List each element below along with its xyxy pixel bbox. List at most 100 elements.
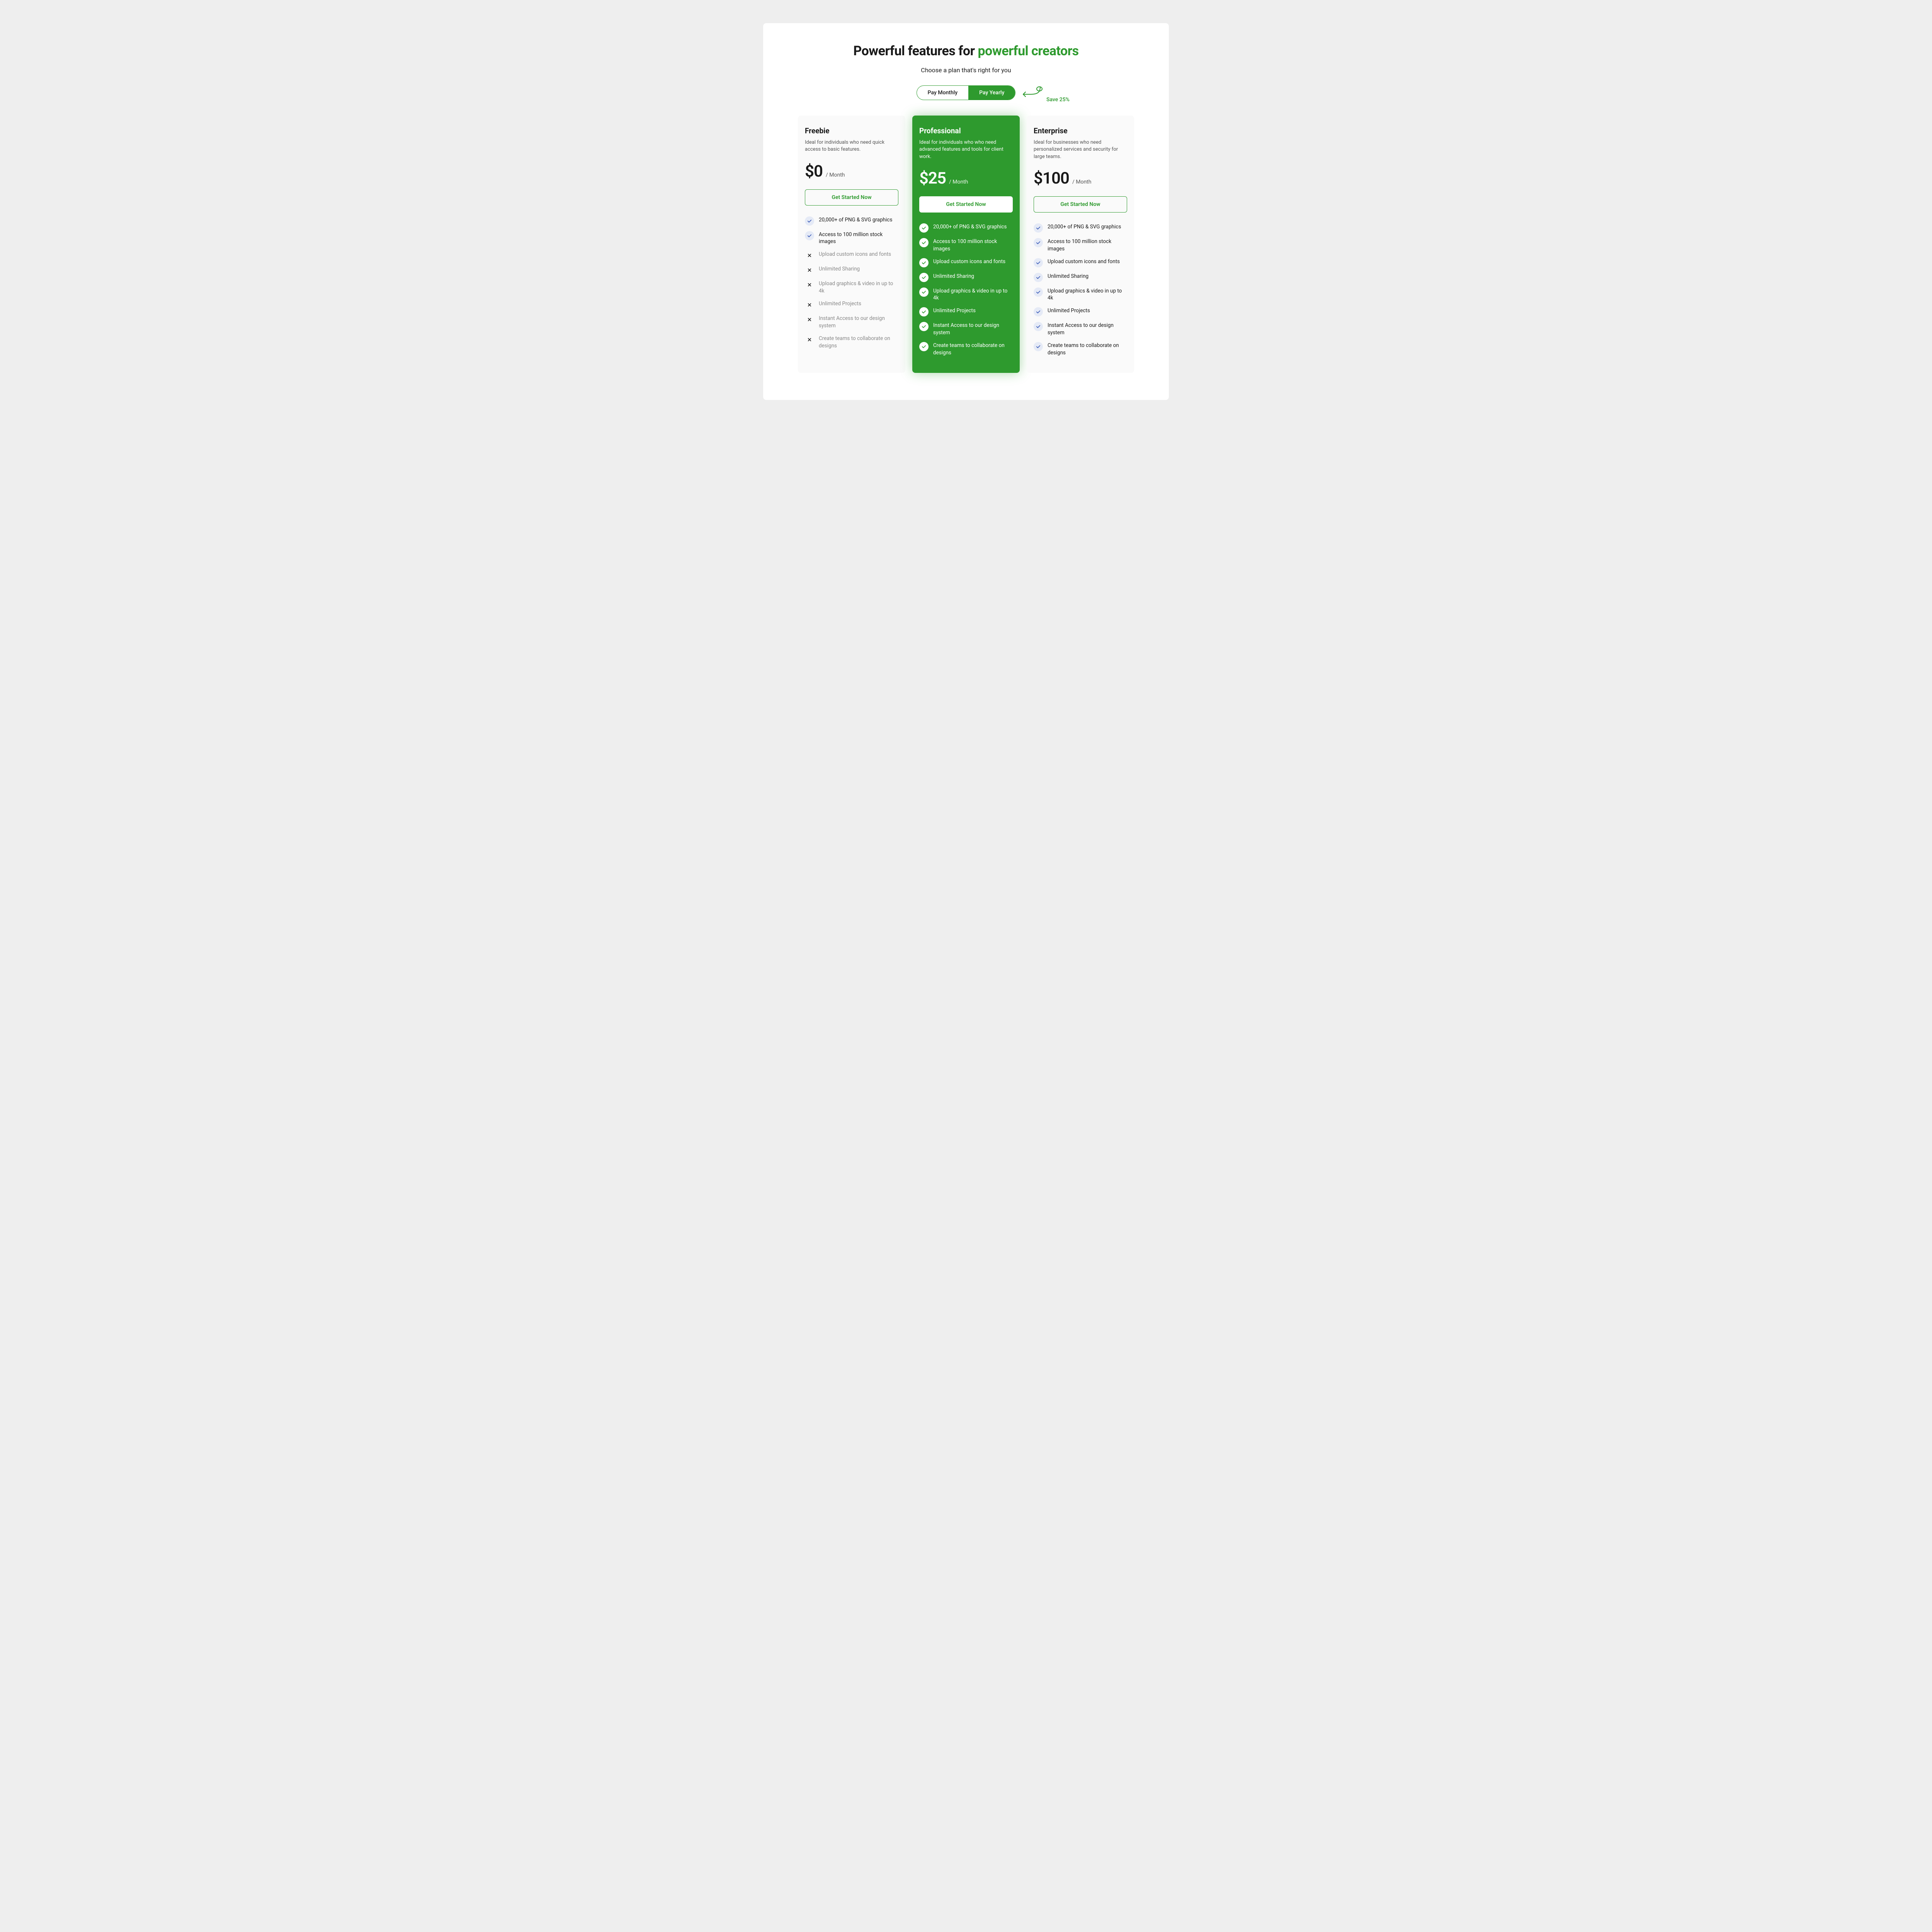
check-icon <box>1034 223 1043 233</box>
save-callout: Save 25% <box>1020 86 1070 100</box>
feature-item: Upload custom icons and fonts <box>805 251 898 260</box>
save-text: Save 25% <box>1046 97 1070 103</box>
feature-item: Unlimited Sharing <box>1034 273 1127 282</box>
feature-text: Access to 100 million stock images <box>1048 238 1127 253</box>
feature-text: Unlimited Projects <box>933 307 976 315</box>
feature-list: 20,000+ of PNG & SVG graphics Access to 1… <box>805 216 898 350</box>
billing-toggle-wrap: Pay Monthly Pay Yearly Save 25% <box>798 85 1134 100</box>
feature-item: 20,000+ of PNG & SVG graphics <box>919 223 1013 233</box>
check-icon <box>919 287 929 297</box>
plan-description: Ideal for businesses who need personaliz… <box>1034 139 1127 160</box>
feature-text: Upload custom icons and fonts <box>1048 258 1120 265</box>
feature-item: Instant Access to our design system <box>805 315 898 330</box>
plan-card-professional: ProfessionalIdeal for individuals who wh… <box>912 116 1020 373</box>
feature-item: Create teams to collaborate on designs <box>919 342 1013 357</box>
feature-item: Unlimited Sharing <box>805 265 898 275</box>
arrow-icon <box>1020 86 1043 100</box>
feature-text: Access to 100 million stock images <box>819 231 898 246</box>
toggle-monthly[interactable]: Pay Monthly <box>917 86 969 100</box>
feature-item: Unlimited Projects <box>1034 307 1127 316</box>
plan-period: / Month <box>826 172 845 178</box>
plan-price: $0 <box>805 162 823 181</box>
plan-name: Freebie <box>805 126 898 135</box>
feature-item: Create teams to collaborate on designs <box>805 335 898 350</box>
billing-toggle: Pay Monthly Pay Yearly <box>917 85 1016 100</box>
feature-item: Access to 100 million stock images <box>1034 238 1127 253</box>
check-icon <box>1034 322 1043 331</box>
feature-item: Create teams to collaborate on designs <box>1034 342 1127 357</box>
feature-text: Unlimited Sharing <box>1048 273 1088 280</box>
get-started-button[interactable]: Get Started Now <box>919 196 1013 213</box>
get-started-button[interactable]: Get Started Now <box>1034 196 1127 213</box>
cross-icon <box>805 300 814 310</box>
cross-icon <box>805 315 814 324</box>
plan-price: $100 <box>1034 169 1069 188</box>
feature-item: Unlimited Projects <box>919 307 1013 316</box>
feature-text: Unlimited Sharing <box>819 265 860 273</box>
check-icon <box>919 238 929 247</box>
check-icon <box>919 258 929 267</box>
feature-list: 20,000+ of PNG & SVG graphics Access to 1… <box>1034 223 1127 357</box>
get-started-button[interactable]: Get Started Now <box>805 189 898 206</box>
header: Powerful features for powerful creators … <box>798 43 1134 100</box>
check-icon <box>1034 238 1043 247</box>
feature-text: 20,000+ of PNG & SVG graphics <box>819 216 892 224</box>
plan-card-freebie: Freebie Ideal for individuals who need qu… <box>798 116 905 373</box>
plan-period: / Month <box>949 179 968 185</box>
subtitle: Choose a plan that's right for you <box>798 66 1134 74</box>
check-icon <box>919 307 929 316</box>
cross-icon <box>805 265 814 275</box>
feature-text: Unlimited Projects <box>819 300 861 308</box>
check-icon <box>919 223 929 233</box>
feature-item: Access to 100 million stock images <box>919 238 1013 253</box>
plan-name: Professional <box>919 126 1013 135</box>
feature-text: Upload graphics & video in up to 4k <box>1048 287 1127 302</box>
feature-text: Create teams to collaborate on designs <box>1048 342 1127 357</box>
plan-card-enterprise: Enterprise Ideal for businesses who need … <box>1027 116 1134 373</box>
feature-item: Instant Access to our design system <box>919 322 1013 337</box>
feature-text: Upload custom icons and fonts <box>933 258 1005 265</box>
check-icon <box>1034 287 1043 297</box>
check-icon <box>1034 342 1043 351</box>
check-icon <box>805 231 814 240</box>
feature-text: Upload graphics & video in up to 4k <box>819 280 898 295</box>
feature-text: Access to 100 million stock images <box>933 238 1013 253</box>
check-icon <box>919 273 929 282</box>
title-prefix: Powerful features for <box>853 43 978 59</box>
check-icon <box>919 322 929 331</box>
feature-list: 20,000+ of PNG & SVG graphics Access to 1… <box>919 223 1013 357</box>
feature-item: Unlimited Sharing <box>919 273 1013 282</box>
plan-period: / Month <box>1072 179 1091 185</box>
plan-price-row: $100/ Month <box>1034 169 1127 188</box>
feature-item: Unlimited Projects <box>805 300 898 310</box>
check-icon <box>1034 258 1043 267</box>
feature-item: Upload graphics & video in up to 4k <box>919 287 1013 302</box>
title-accent: powerful creators <box>978 43 1079 59</box>
feature-text: 20,000+ of PNG & SVG graphics <box>933 223 1007 231</box>
plan-description: Ideal for individuals who need quick acc… <box>805 139 898 153</box>
feature-item: 20,000+ of PNG & SVG graphics <box>1034 223 1127 233</box>
feature-item: Access to 100 million stock images <box>805 231 898 246</box>
cross-icon <box>805 280 814 289</box>
feature-text: Unlimited Sharing <box>933 273 974 280</box>
check-icon <box>1034 307 1043 316</box>
plan-price-row: $0/ Month <box>805 162 898 181</box>
plan-name: Enterprise <box>1034 126 1127 135</box>
check-icon <box>805 216 814 226</box>
check-icon <box>919 342 929 351</box>
feature-text: Create teams to collaborate on designs <box>933 342 1013 357</box>
toggle-yearly[interactable]: Pay Yearly <box>968 86 1015 100</box>
plan-price-row: $25/ Month <box>919 169 1013 188</box>
feature-text: Instant Access to our design system <box>933 322 1013 337</box>
feature-item: Upload graphics & video in up to 4k <box>805 280 898 295</box>
feature-text: Upload custom icons and fonts <box>819 251 891 258</box>
page-title: Powerful features for powerful creators <box>798 43 1134 60</box>
feature-item: Upload graphics & video in up to 4k <box>1034 287 1127 302</box>
feature-text: Instant Access to our design system <box>1048 322 1127 337</box>
feature-item: 20,000+ of PNG & SVG graphics <box>805 216 898 226</box>
cross-icon <box>805 335 814 344</box>
feature-item: Instant Access to our design system <box>1034 322 1127 337</box>
feature-text: Unlimited Projects <box>1048 307 1090 315</box>
plan-price: $25 <box>919 169 946 188</box>
feature-text: Instant Access to our design system <box>819 315 898 330</box>
